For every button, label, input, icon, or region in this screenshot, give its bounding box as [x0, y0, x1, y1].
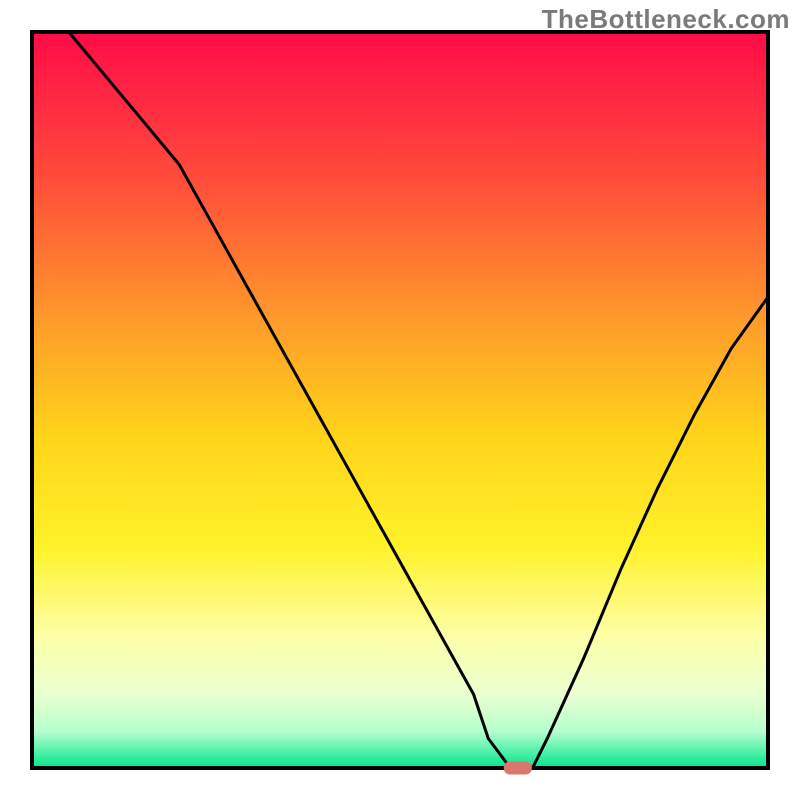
chart-canvas	[0, 0, 800, 800]
bottleneck-chart: TheBottleneck.com	[0, 0, 800, 800]
plot-background	[32, 32, 768, 768]
watermark-text: TheBottleneck.com	[542, 4, 790, 35]
optimal-marker	[504, 762, 532, 775]
